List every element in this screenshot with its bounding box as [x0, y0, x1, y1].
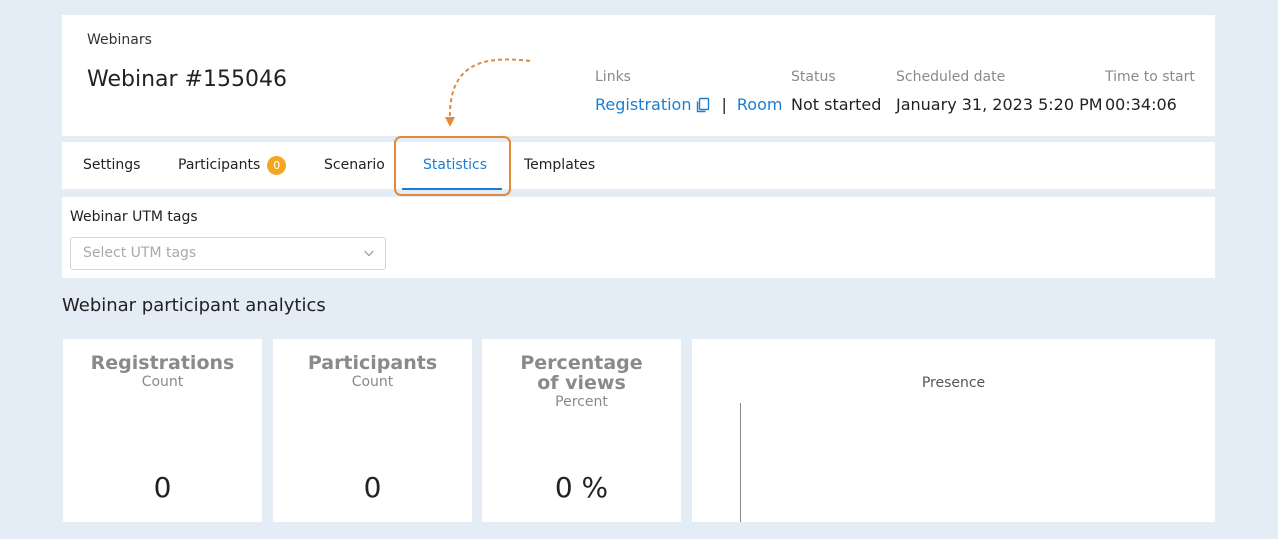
presence-y-axis [740, 403, 741, 522]
status-label: Status [791, 69, 836, 85]
tab-bar: Settings Participants 0 Scenario Statist… [62, 142, 1215, 190]
links-column: Links Registration | Room [595, 69, 782, 114]
utm-placeholder: Select UTM tags [83, 245, 197, 261]
stat-value: 0 [153, 471, 172, 504]
stat-title: Percentage of views [520, 352, 643, 394]
tab-label: Participants [178, 157, 261, 173]
stat-title: Registrations [90, 352, 235, 374]
page-title: Webinar #155046 [87, 67, 287, 92]
links-separator: | [721, 95, 727, 114]
scheduled-column: Scheduled date January 31, 2023 5:20 PM [896, 69, 1103, 114]
participants-count-badge: 0 [267, 156, 287, 175]
room-link[interactable]: Room [737, 95, 783, 114]
stat-value: 0 [363, 471, 382, 504]
links-value: Registration | Room [595, 95, 782, 114]
tab-label: Scenario [324, 157, 385, 173]
registration-link[interactable]: Registration [595, 95, 691, 114]
active-tab-indicator [402, 188, 502, 190]
tab-label: Templates [524, 157, 596, 173]
utm-panel: Webinar UTM tags Select UTM tags [62, 197, 1215, 278]
webinar-header: Webinars Webinar #155046 Links Registrat… [62, 15, 1215, 136]
stat-subtitle: Count [351, 374, 394, 390]
status-value: Not started [791, 95, 882, 114]
time-column: Time to start 00:34:06 [1105, 69, 1195, 114]
percentage-views-card: Percentage of views Percent 0 % [482, 339, 681, 522]
registrations-card: Registrations Count 0 [63, 339, 262, 522]
utm-select[interactable]: Select UTM tags [70, 237, 386, 270]
chevron-down-icon [364, 250, 374, 257]
presence-chart: Presence [692, 339, 1215, 522]
utm-label: Webinar UTM tags [70, 209, 198, 225]
tab-templates[interactable]: Templates [524, 142, 595, 189]
participants-card: Participants Count 0 [273, 339, 472, 522]
stat-subtitle: Percent [555, 394, 608, 410]
stat-value: 0 % [554, 471, 609, 504]
status-column: Status Not started [791, 69, 881, 114]
presence-title: Presence [921, 375, 986, 391]
tab-scenario[interactable]: Scenario [324, 142, 385, 189]
links-label: Links [595, 69, 631, 85]
time-label: Time to start [1105, 69, 1195, 85]
analytics-title: Webinar participant analytics [62, 295, 326, 316]
stat-subtitle: Count [141, 374, 184, 390]
annotation-arrow [445, 58, 531, 127]
tab-participants[interactable]: Participants 0 [178, 142, 287, 189]
time-value: 00:34:06 [1105, 95, 1177, 114]
tab-settings[interactable]: Settings [83, 142, 140, 189]
scheduled-value: January 31, 2023 5:20 PM [896, 95, 1103, 114]
stat-title: Participants [307, 352, 438, 374]
scheduled-label: Scheduled date [896, 69, 1006, 85]
tab-statistics[interactable]: Statistics [423, 142, 487, 189]
copy-icon[interactable] [695, 97, 711, 113]
tab-label: Statistics [423, 157, 487, 173]
tab-label: Settings [83, 157, 141, 173]
breadcrumb[interactable]: Webinars [87, 32, 152, 48]
